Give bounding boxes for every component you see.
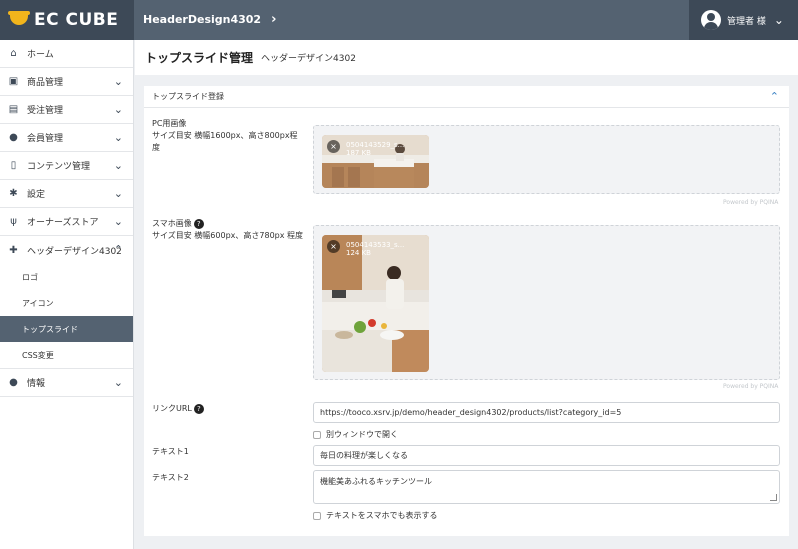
sidebar-sub-css[interactable]: CSS変更: [0, 342, 133, 368]
sp-show-text-checkbox[interactable]: テキストをスマホでも表示する: [313, 510, 438, 521]
chevron-down-icon: ⌄: [113, 131, 123, 144]
plug-icon: ψ: [10, 216, 17, 227]
users-icon: ●: [9, 132, 18, 143]
checkbox-box[interactable]: [313, 430, 321, 439]
chevron-down-icon: ⌄: [113, 376, 123, 389]
card-header[interactable]: トップスライド登録 ⌃: [144, 86, 789, 108]
top-header: EC CUBE HeaderDesign4302 › 管理者 様 ⌄: [0, 0, 798, 40]
pc-image-dropzone[interactable]: × 0504143529_s... 187 KB: [313, 125, 780, 194]
remove-pc-image-icon[interactable]: ×: [327, 140, 340, 153]
chevron-down-icon: ⌄: [113, 215, 123, 228]
new-window-checkbox[interactable]: 別ウィンドウで開く: [313, 429, 398, 440]
text1-input[interactable]: 毎日の料理が楽しくなる: [313, 445, 780, 466]
cart-icon: ▤: [8, 104, 19, 115]
sidebar-item-orders[interactable]: ▤ 受注管理 ⌄: [0, 96, 133, 124]
pc-file-name: 0504143529_s...: [346, 141, 405, 149]
text2-textarea[interactable]: 機能美あふれるキッチンツール: [313, 470, 780, 504]
gear-icon: ✱: [9, 188, 18, 199]
sp-image-label-group: スマホ画像? サイズ目安 横幅600px、高さ780px 程度: [152, 218, 312, 242]
sidebar-sub-logo[interactable]: ロゴ: [0, 264, 133, 290]
pc-image-label: PC用画像: [152, 119, 187, 128]
sidebar-sub-icon[interactable]: アイコン: [0, 290, 133, 316]
help-icon[interactable]: ?: [193, 403, 204, 414]
text2-label: テキスト2: [152, 473, 189, 482]
sp-file-name: 0504143533_s...: [346, 241, 405, 249]
chevron-up-icon: ⌃: [113, 243, 123, 256]
sidebar-item-products[interactable]: ▣ 商品管理 ⌄: [0, 68, 133, 96]
link-url-label-row: リンクURL?: [152, 403, 204, 415]
sidebar-item-settings[interactable]: ✱ 設定 ⌄: [0, 180, 133, 208]
sp-image-label: スマホ画像: [152, 219, 192, 228]
pc-file-size: 187 KB: [346, 149, 371, 157]
sidebar-item-contents[interactable]: ▯ コンテンツ管理 ⌄: [0, 152, 133, 180]
sidebar-item-label: コンテンツ管理: [27, 162, 91, 172]
card-title: トップスライド登録: [152, 92, 224, 101]
sp-image-label-row: スマホ画像?: [152, 218, 312, 230]
sp-file-size: 124 KB: [346, 249, 371, 257]
link-url-label: リンクURL: [152, 404, 192, 413]
sp-show-text-label: テキストをスマホでも表示する: [326, 511, 438, 520]
text2-value: 機能美あふれるキッチンツール: [320, 477, 432, 486]
remove-sp-image-icon[interactable]: ×: [327, 240, 340, 253]
sp-file-info: 0504143533_s... 124 KB: [346, 241, 404, 257]
breadcrumb[interactable]: HeaderDesign4302 ›: [143, 12, 276, 27]
user-avatar-icon: [701, 10, 721, 30]
sidebar-item-label: 会員管理: [27, 134, 64, 144]
sidebar-item-label: オーナーズストア: [27, 218, 99, 228]
chevron-down-icon: ⌄: [773, 13, 784, 27]
sp-image-dropzone[interactable]: × 0504143533_s... 124 KB: [313, 225, 780, 380]
chevron-right-icon: ›: [271, 12, 277, 27]
sidebar-item-home[interactable]: ⌂ ホーム: [0, 40, 133, 68]
chevron-down-icon: ⌄: [113, 75, 123, 88]
sidebar-item-customers[interactable]: ● 会員管理 ⌄: [0, 124, 133, 152]
pc-image-note: サイズ目安 横幅1600px、高さ800px程度: [152, 131, 298, 152]
powered-by-sp: Powered by PQINA: [723, 383, 779, 390]
checkbox-box[interactable]: [313, 511, 321, 520]
sidebar-item-info[interactable]: ● 情報 ⌄: [0, 369, 133, 397]
sidebar-submenu: ロゴ アイコン トップスライド CSS変更: [0, 264, 133, 369]
sp-image-thumbnail: × 0504143533_s... 124 KB: [322, 235, 429, 372]
sidebar-sub-top-slide[interactable]: トップスライド: [0, 316, 133, 342]
pc-image-label-group: PC用画像 サイズ目安 横幅1600px、高さ800px程度: [152, 118, 302, 154]
resize-handle-icon[interactable]: [770, 494, 777, 501]
sidebar-item-label: 設定: [27, 190, 46, 200]
chevron-down-icon: ⌄: [113, 187, 123, 200]
sp-image-note: サイズ目安 横幅600px、高さ780px 程度: [152, 231, 304, 240]
sidebar-item-label: 受注管理: [27, 106, 64, 116]
sidebar-item-label: ヘッダーデザイン4302: [27, 246, 122, 257]
powered-by-pc: Powered by PQINA: [723, 199, 779, 206]
sidebar-item-store[interactable]: ψ オーナーズストア ⌄: [0, 208, 133, 236]
file-icon: ▯: [10, 160, 17, 171]
new-window-label: 別ウィンドウで開く: [326, 430, 398, 439]
logo-text: EC CUBE: [34, 10, 119, 30]
user-name: 管理者 様: [727, 16, 766, 27]
sidebar: ⌂ ホーム ▣ 商品管理 ⌄ ▤ 受注管理 ⌄ ● 会員管理 ⌄ ▯ コンテンツ…: [0, 40, 134, 549]
info-icon: ●: [9, 377, 18, 388]
sidebar-item-header-design[interactable]: ✚ ヘッダーデザイン4302 ⌃: [0, 236, 133, 264]
chevron-down-icon: ⌄: [113, 103, 123, 116]
text1-label: テキスト1: [152, 447, 189, 456]
sidebar-item-label: 情報: [27, 379, 46, 389]
chevron-up-icon[interactable]: ⌃: [770, 90, 779, 103]
help-icon[interactable]: ?: [193, 218, 204, 229]
pc-image-thumbnail: × 0504143529_s... 187 KB: [322, 135, 429, 188]
sidebar-item-label: 商品管理: [27, 78, 64, 88]
page-subtitle: ヘッダーデザイン4302: [261, 54, 356, 64]
box-icon: ▣: [8, 76, 19, 87]
logo-cup-icon: [8, 11, 30, 29]
page-header: トップスライド管理 ヘッダーデザイン4302: [135, 40, 798, 75]
chevron-down-icon: ⌄: [113, 159, 123, 172]
puzzle-icon: ✚: [9, 244, 18, 256]
breadcrumb-label: HeaderDesign4302: [143, 13, 262, 26]
user-menu[interactable]: 管理者 様 ⌄: [689, 0, 798, 40]
page-title: トップスライド管理: [145, 51, 254, 65]
slide-form-card: トップスライド登録 ⌃ PC用画像 サイズ目安 横幅1600px、高さ800px…: [144, 86, 789, 536]
link-url-input[interactable]: https://tooco.xsrv.jp/demo/header_design…: [313, 402, 780, 423]
home-icon: ⌂: [10, 48, 17, 59]
sidebar-item-label: ホーム: [27, 50, 54, 60]
logo[interactable]: EC CUBE: [0, 0, 134, 40]
pc-file-info: 0504143529_s... 187 KB: [346, 141, 404, 157]
